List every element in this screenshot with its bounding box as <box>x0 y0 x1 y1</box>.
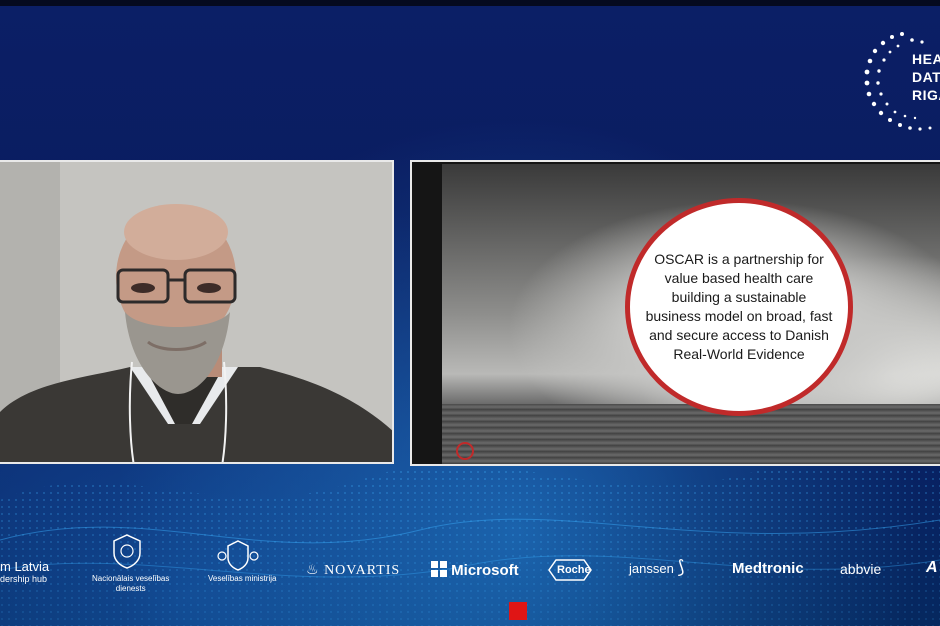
slide-callout-text: OSCAR is a partnership for value based h… <box>645 251 833 362</box>
sponsor-nvd-line1: Nacionālais veselības <box>92 574 170 583</box>
sponsor-janssen: janssen ⟆ <box>629 557 684 578</box>
janssen-label: janssen <box>629 561 674 576</box>
sponsor-latvia-line1: m Latvia <box>0 559 50 574</box>
sponsor-abbvie: abbvie <box>840 561 882 577</box>
microsoft-logo-icon <box>431 561 447 577</box>
sponsor-ministry: Veselības ministrija <box>208 574 277 583</box>
sponsor-nvd-line2: dienests <box>115 584 146 593</box>
nvd-crest-icon <box>113 534 141 569</box>
slide-callout-circle: OSCAR is a partnership for value based h… <box>625 198 853 416</box>
sponsor-partial: A <box>926 559 938 576</box>
record-indicator <box>509 602 527 620</box>
sponsor-latvia-hub: m Latvia dership hub <box>0 560 49 585</box>
speaker-video-feed <box>0 160 394 464</box>
logo-line-2: DATA <box>912 69 940 85</box>
novartis-flame-icon: ♨ <box>306 563 320 578</box>
presentation-slide: OSCAR is a partnership for value based h… <box>442 164 940 464</box>
novartis-label: NOVARTIS <box>324 563 401 578</box>
sponsor-latvia-line2: dership hub <box>0 574 48 584</box>
conference-stage: HEAL DATA RIGA O <box>0 0 940 626</box>
event-logo-text: HEAL DATA RIGA <box>912 50 940 104</box>
presentation-screen-share: OSCAR is a partnership for value based h… <box>410 160 940 466</box>
logo-line-1: HEAL <box>912 51 940 67</box>
slide-sea-image <box>442 404 940 464</box>
slide-logo-icon <box>456 442 474 460</box>
sponsor-medtronic: Medtronic <box>732 560 804 577</box>
logo-line-3: RIGA <box>912 87 940 103</box>
ministry-crest-icon <box>217 540 259 571</box>
sponsor-novartis: ♨ NOVARTIS <box>306 562 400 579</box>
sponsor-roche: Roche <box>557 564 591 576</box>
sponsor-nvd: Nacionālais veselības dienests <box>92 574 169 594</box>
top-bar <box>0 0 940 6</box>
janssen-swoosh-icon: ⟆ <box>677 557 685 577</box>
speaker-video-image <box>0 162 392 462</box>
sponsor-microsoft: Microsoft <box>431 561 519 579</box>
microsoft-label: Microsoft <box>451 562 519 579</box>
